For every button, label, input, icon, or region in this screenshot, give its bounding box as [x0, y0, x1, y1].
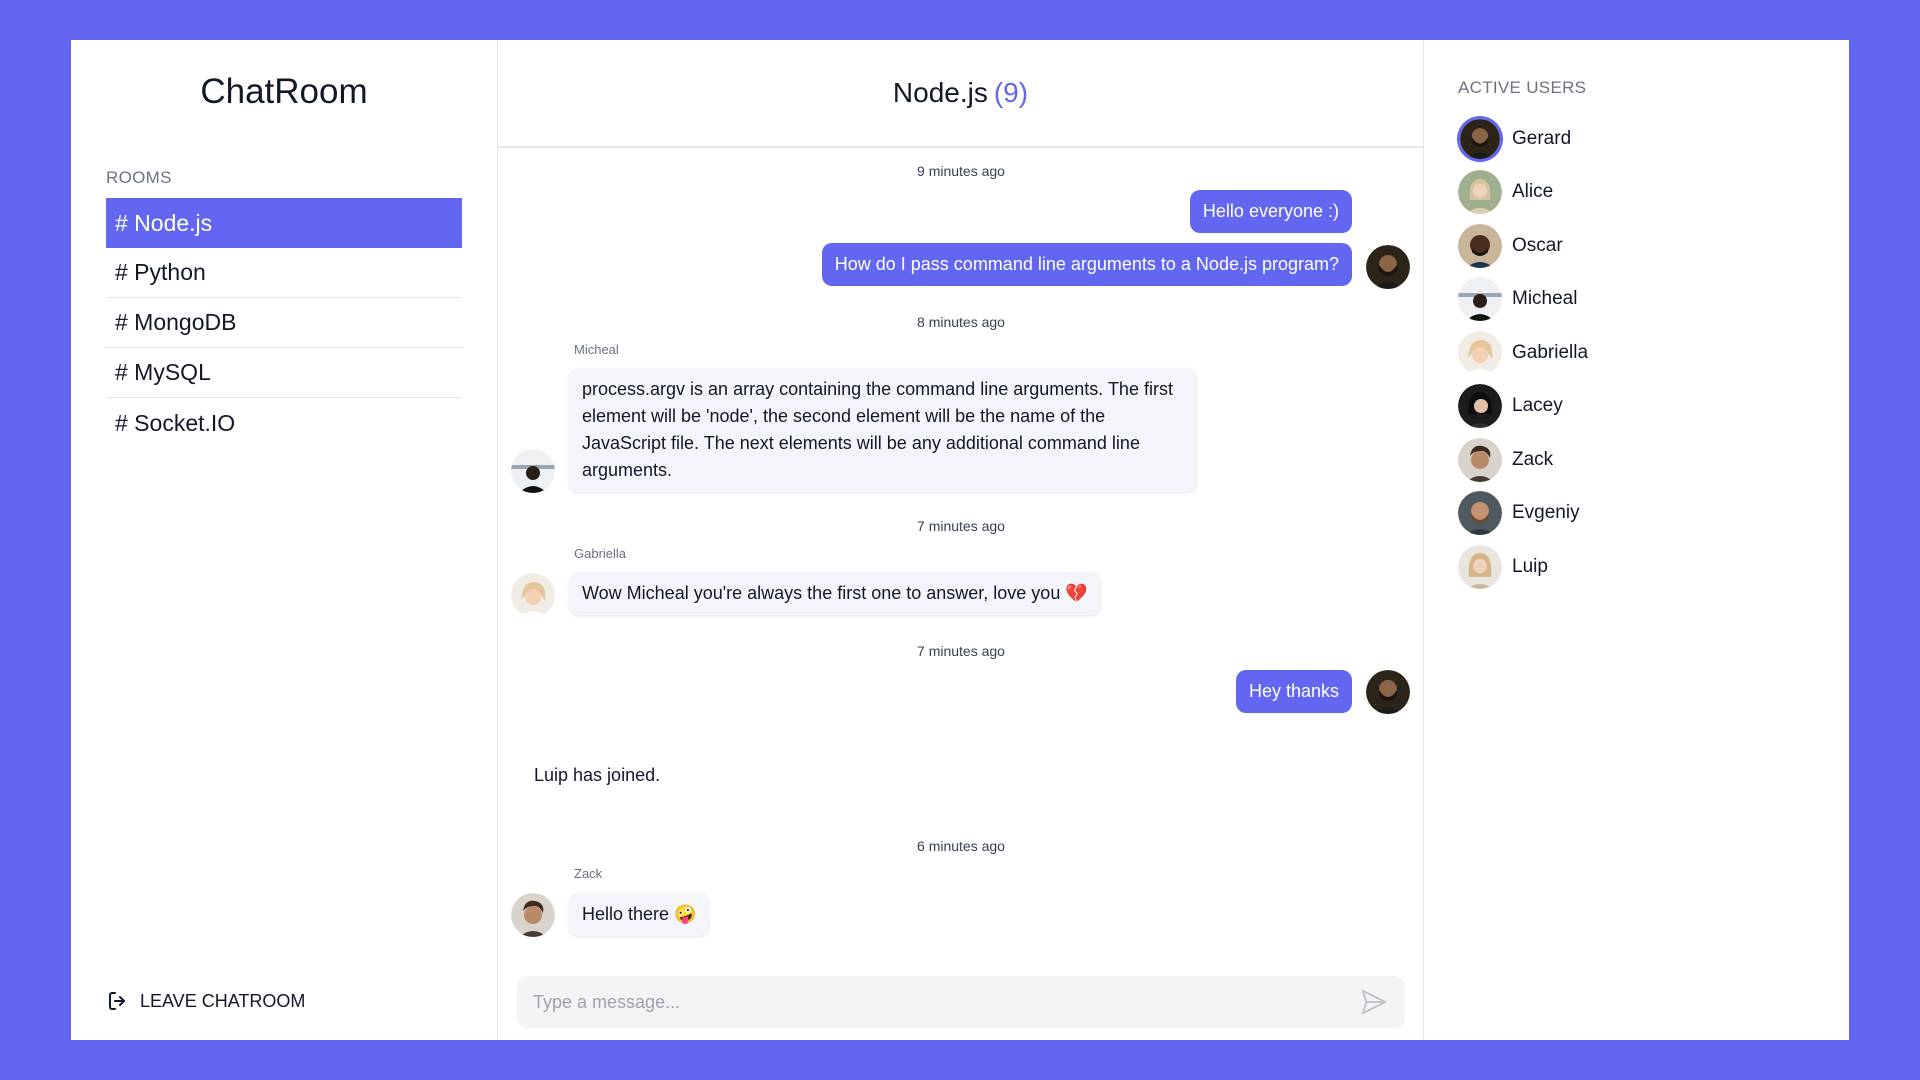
avatar [1458, 170, 1502, 215]
room-name: Node.js [892, 77, 988, 108]
room-item-socketio[interactable]: # Socket.IO [106, 398, 462, 448]
avatar [511, 893, 555, 937]
rooms-heading: ROOMS [106, 168, 172, 187]
send-icon [1361, 989, 1387, 1015]
user-item-zack[interactable]: Zack [1458, 433, 1815, 487]
message-list: 9 minutes ago Hello everyone :) How do I… [498, 148, 1423, 1040]
room-item-python[interactable]: # Python [106, 248, 462, 298]
leave-chatroom-label: LEAVE CHATROOM [140, 990, 306, 1011]
chat-panel: Node.js (9) 9 minutes ago Hello everyone… [498, 40, 1424, 1040]
user-item-gabriella[interactable]: Gabriella [1458, 326, 1815, 380]
room-item-mysql[interactable]: # MySQL [106, 348, 462, 398]
user-list: Gerard Alice Oscar Micheal Gabriella Lac… [1458, 112, 1815, 594]
message-bubble-outgoing: Hey thanks [1235, 670, 1352, 713]
message-timestamp: 8 minutes ago [917, 314, 1005, 330]
avatar [1458, 544, 1502, 589]
user-item-luip[interactable]: Luip [1458, 540, 1815, 594]
user-name: Gabriella [1512, 341, 1589, 363]
active-users-panel: ACTIVE USERS Gerard Alice Oscar Micheal … [1424, 40, 1849, 1040]
message-sender-name: Zack [574, 866, 603, 881]
message-input[interactable] [533, 991, 1359, 1013]
user-name: Alice [1512, 181, 1554, 203]
user-name: Luip [1512, 555, 1548, 577]
message-bubble-incoming: Hello there 🤪 [569, 893, 710, 936]
user-item-lacey[interactable]: Lacey [1458, 380, 1815, 434]
message-bubble-incoming: process.argv is an array containing the … [569, 368, 1197, 492]
avatar [1458, 491, 1502, 536]
user-item-evgeniy[interactable]: Evgeniy [1458, 487, 1815, 541]
message-sender-name: Gabriella [574, 546, 627, 561]
avatar [1458, 223, 1502, 268]
send-button[interactable] [1359, 987, 1389, 1017]
chat-app-window: ChatRoom ROOMS # Node.js # Python # Mong… [71, 40, 1849, 1040]
avatar [1366, 670, 1410, 714]
user-name: Gerard [1512, 127, 1572, 149]
user-name: Oscar [1512, 234, 1563, 256]
room-item-nodejs[interactable]: # Node.js [106, 198, 462, 248]
avatar [1458, 437, 1502, 482]
avatar [1458, 384, 1502, 429]
message-bubble-incoming: Wow Micheal you're always the first one … [569, 572, 1101, 615]
user-item-micheal[interactable]: Micheal [1458, 273, 1815, 327]
room-item-mongodb[interactable]: # MongoDB [106, 298, 462, 348]
logout-icon [109, 992, 125, 1010]
avatar [1458, 330, 1502, 375]
user-count-badge: (9) [993, 77, 1029, 108]
message-bubble-outgoing: How do I pass command line arguments to … [821, 243, 1352, 286]
user-name: Evgeniy [1512, 502, 1580, 524]
user-item-gerard[interactable]: Gerard [1458, 112, 1815, 166]
rooms-sidebar: ChatRoom ROOMS # Node.js # Python # Mong… [71, 40, 498, 1040]
user-item-oscar[interactable]: Oscar [1458, 219, 1815, 273]
message-bubble-outgoing: Hello everyone :) [1189, 190, 1352, 233]
message-timestamp: 7 minutes ago [917, 518, 1005, 534]
avatar [511, 449, 555, 493]
system-message: Luip has joined. [534, 765, 661, 785]
user-name: Zack [1512, 448, 1554, 470]
room-list: # Node.js # Python # MongoDB # MySQL # S… [106, 198, 462, 448]
message-composer [517, 976, 1405, 1028]
message-sender-name: Micheal [574, 342, 619, 357]
message-timestamp: 7 minutes ago [917, 643, 1005, 659]
message-timestamp: 9 minutes ago [917, 163, 1005, 179]
avatar [1366, 245, 1410, 289]
message-timestamp: 6 minutes ago [917, 838, 1005, 854]
chat-header: Node.js (9) [498, 40, 1423, 148]
user-name: Micheal [1512, 288, 1578, 310]
app-title: ChatRoom [200, 72, 368, 111]
user-item-alice[interactable]: Alice [1458, 166, 1815, 220]
active-users-heading: ACTIVE USERS [1458, 78, 1587, 97]
avatar [1458, 277, 1502, 322]
avatar [511, 573, 555, 617]
avatar [1460, 118, 1500, 159]
leave-chatroom-button[interactable]: LEAVE CHATROOM [106, 989, 305, 1013]
user-name: Lacey [1512, 395, 1563, 417]
